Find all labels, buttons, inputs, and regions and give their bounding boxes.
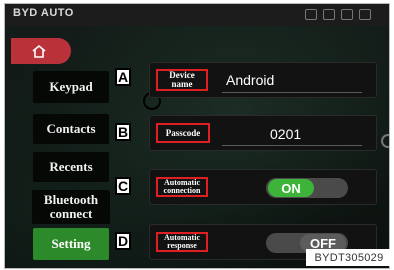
nav-keypad[interactable]: Keypad — [33, 71, 109, 103]
automatic-connection-label: Automatic connection — [156, 177, 208, 197]
signal-icon — [305, 9, 317, 20]
nav-setting[interactable]: Setting — [33, 228, 109, 260]
passcode-row[interactable]: Passcode 0201 — [149, 115, 377, 151]
automatic-connection-toggle[interactable]: ON — [266, 178, 348, 198]
battery-icon — [323, 9, 335, 20]
document-code: BYDT305029 — [306, 249, 392, 266]
marker-b: B — [115, 123, 131, 141]
brand-label: BYD AUTO — [13, 7, 74, 19]
nav-label: Bluetooth connect — [43, 192, 99, 221]
nav-contacts[interactable]: Contacts — [33, 114, 109, 144]
status-icons — [305, 9, 371, 20]
underline — [222, 145, 362, 146]
infotainment-screen: BYD AUTO Keypad Contacts Recents Bluetoo… — [4, 3, 390, 269]
nav-recents[interactable]: Recents — [33, 152, 109, 182]
device-name-value: Android — [226, 72, 275, 88]
top-status-bar: BYD AUTO — [5, 4, 389, 26]
nav-label: Keypad — [49, 79, 93, 94]
bluetooth-icon — [359, 9, 371, 20]
device-name-row[interactable]: Device name Android — [149, 62, 377, 98]
passcode-label: Passcode — [156, 123, 210, 143]
passcode-value: 0201 — [270, 126, 302, 142]
toggle-knob: ON — [268, 179, 314, 197]
nav-label: Contacts — [46, 121, 96, 136]
phone-icon — [341, 9, 353, 20]
marker-c: C — [115, 177, 131, 195]
home-button[interactable] — [11, 38, 71, 64]
nav-label: Recents — [49, 159, 93, 174]
nav-bluetooth-connect[interactable]: Bluetooth connect — [32, 190, 110, 224]
automatic-connection-row: Automatic connection ON — [149, 169, 377, 205]
underline — [222, 92, 362, 93]
nav-label: Setting — [51, 236, 91, 251]
marker-d: D — [115, 232, 131, 250]
home-icon — [32, 44, 46, 58]
device-name-label: Device name — [156, 69, 208, 91]
decorative-circle — [381, 134, 389, 148]
marker-a: A — [115, 68, 131, 86]
automatic-response-label: Automatic response — [156, 232, 208, 252]
